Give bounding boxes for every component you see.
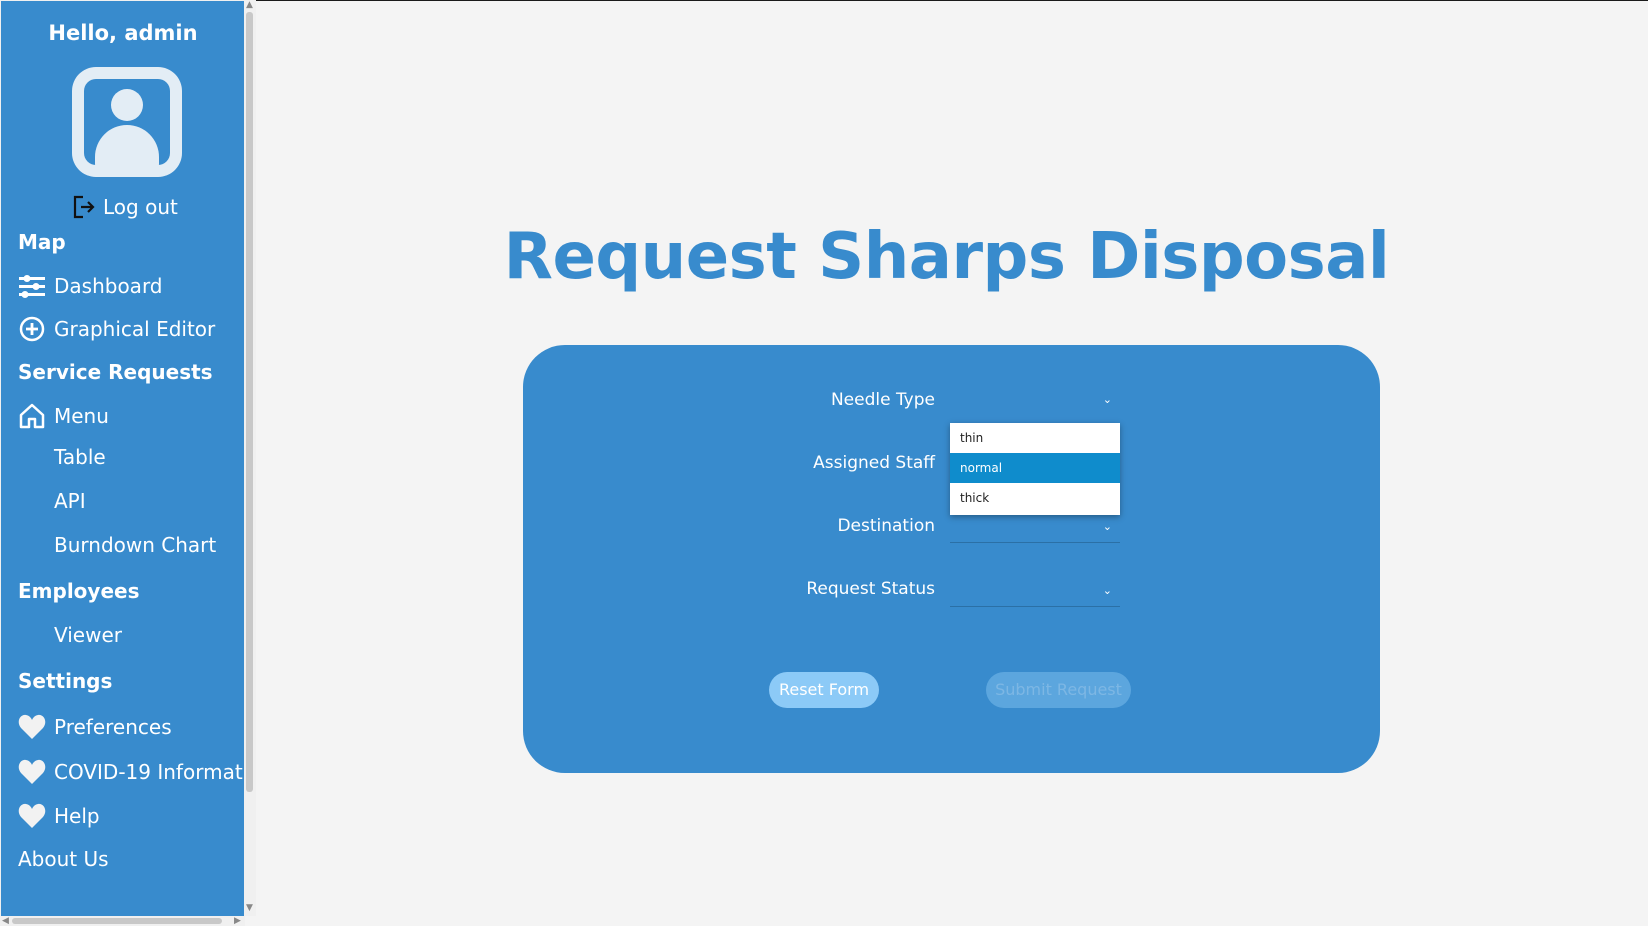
sidebar-item-api[interactable]: API [18, 489, 86, 513]
request-status-select[interactable]: ⌄ [950, 572, 1120, 607]
sidebar-item-label: COVID-19 Informati... [54, 760, 245, 784]
option-thick[interactable]: thick [950, 483, 1120, 513]
sidebar-item-label: API [54, 489, 86, 513]
sidebar-item-viewer[interactable]: Viewer [18, 623, 122, 647]
request-form-card: Needle Type ⌄ Assigned Staff Destination… [523, 345, 1380, 773]
assigned-staff-label: Assigned Staff [813, 453, 935, 473]
section-map: Map [18, 230, 66, 254]
sidebar-item-dashboard[interactable]: Dashboard [18, 272, 163, 300]
heart-icon [18, 713, 46, 741]
sidebar-item-preferences[interactable]: Preferences [18, 713, 172, 741]
scroll-left-icon[interactable]: ◀ [2, 916, 9, 926]
submit-request-button[interactable]: Submit Request [986, 672, 1131, 708]
sliders-icon [18, 272, 46, 300]
request-status-label: Request Status [806, 579, 935, 599]
sidebar-horizontal-scrollbar[interactable]: ◀ ▶ [0, 916, 245, 926]
heart-icon [18, 758, 46, 786]
reset-form-button[interactable]: Reset Form [769, 672, 879, 708]
chevron-down-icon: ⌄ [1102, 584, 1112, 597]
sidebar-item-label: Help [54, 804, 100, 828]
sidebar-item-graphical-editor[interactable]: Graphical Editor [18, 315, 215, 343]
sidebar-item-about-us[interactable]: About Us [18, 847, 109, 871]
section-service-requests: Service Requests [18, 360, 213, 384]
plus-circle-icon [18, 315, 46, 343]
scroll-right-icon[interactable]: ▶ [234, 916, 241, 926]
needle-type-label: Needle Type [830, 390, 935, 410]
heart-icon [18, 802, 46, 830]
option-thin[interactable]: thin [950, 423, 1120, 453]
logout-button[interactable]: Log out [71, 194, 178, 220]
avatar-icon [72, 67, 182, 177]
sidebar-item-label: Preferences [54, 715, 172, 739]
sidebar-item-label: Viewer [54, 623, 122, 647]
needle-type-select[interactable]: ⌄ [950, 381, 1120, 415]
sidebar-item-help[interactable]: Help [18, 802, 100, 830]
logout-label: Log out [103, 195, 178, 219]
scroll-up-icon[interactable]: ▲ [246, 0, 253, 10]
section-employees: Employees [18, 579, 140, 603]
logout-icon [73, 195, 95, 219]
chevron-down-icon: ⌄ [1102, 393, 1112, 406]
sidebar: Hello, admin Log out Map Dashboard Graph… [0, 0, 256, 926]
needle-type-dropdown: thin normal thick [950, 423, 1120, 515]
scroll-down-icon[interactable]: ▼ [246, 903, 253, 913]
sidebar-item-menu[interactable]: Menu [18, 402, 109, 430]
sidebar-item-label: About Us [18, 847, 109, 871]
section-settings: Settings [18, 669, 113, 693]
destination-label: Destination [837, 516, 935, 536]
scrollbar-thumb[interactable] [12, 918, 222, 924]
page-title: Request Sharps Disposal [503, 220, 1390, 294]
greeting: Hello, admin [48, 21, 198, 45]
sidebar-item-label: Menu [54, 404, 109, 428]
sidebar-item-label: Burndown Chart [54, 533, 217, 557]
sidebar-panel: Hello, admin Log out Map Dashboard Graph… [1, 1, 245, 916]
sidebar-vertical-scrollbar[interactable]: ▲ ▼ [244, 0, 256, 916]
sidebar-item-covid[interactable]: COVID-19 Informati... [18, 758, 245, 786]
sidebar-item-table[interactable]: Table [18, 445, 106, 469]
home-icon [18, 402, 46, 430]
sidebar-item-label: Table [54, 445, 106, 469]
sidebar-item-label: Dashboard [54, 274, 163, 298]
sidebar-item-burndown-chart[interactable]: Burndown Chart [18, 533, 216, 557]
chevron-down-icon: ⌄ [1102, 520, 1112, 533]
scrollbar-thumb[interactable] [246, 12, 253, 792]
option-normal[interactable]: normal [950, 453, 1120, 483]
sidebar-item-label: Graphical Editor [54, 317, 216, 341]
